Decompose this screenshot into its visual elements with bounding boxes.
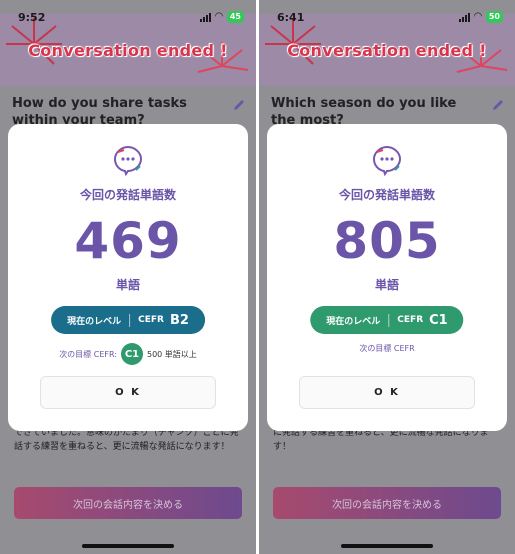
next-goal-label: 次の目標 CEFR — [359, 344, 415, 353]
level-label: 現在のレベル — [67, 316, 122, 327]
word-count-modal: 今回の発話単語数 805 単語 現在のレベル CEFR C1 次の目標 CEFR… — [267, 124, 507, 431]
phone-screen-left: 9:52 ◠ 45 Conversation ended ! How do yo… — [0, 0, 256, 554]
wifi-icon: ◠ — [215, 11, 223, 22]
status-bar: 6:41 ◠ 50 — [259, 0, 515, 34]
pill-divider — [129, 313, 131, 327]
phone-screen-right: 6:41 ◠ 50 Conversation ended ! Which sea… — [259, 0, 515, 554]
current-level-badge: 現在のレベル CEFR C1 — [310, 306, 464, 334]
current-level-badge: 現在のレベル CEFR B2 — [51, 306, 205, 334]
status-bar: 9:52 ◠ 45 — [0, 0, 256, 34]
next-goal-row: 次の目標 CEFR: C1 500 単語以上 — [8, 343, 248, 365]
level-label: 現在のレベル — [326, 316, 381, 327]
conversation-ended-title: Conversation ended ! — [28, 41, 228, 60]
status-time: 6:41 — [277, 10, 305, 24]
word-unit: 単語 — [374, 278, 399, 292]
home-indicator[interactable] — [82, 544, 174, 548]
app-logo-icon — [372, 145, 402, 176]
next-goal-words: 500 単語以上 — [146, 349, 197, 359]
next-goal-row: 次の目標 CEFR — [267, 343, 507, 354]
next-goal-level-badge: C1 — [120, 343, 143, 365]
battery-indicator: 50 — [485, 11, 503, 23]
pencil-icon[interactable] — [232, 98, 246, 112]
cefr-label: CEFR — [397, 315, 424, 325]
decide-next-conversation-button[interactable]: 次回の会話内容を決める — [273, 487, 501, 519]
home-indicator[interactable] — [341, 544, 433, 548]
pencil-icon[interactable] — [491, 98, 505, 112]
current-level-value: C1 — [429, 312, 448, 328]
battery-indicator: 45 — [226, 11, 244, 23]
app-logo-icon — [113, 145, 143, 176]
pill-divider — [388, 313, 390, 327]
ok-button[interactable]: O K — [299, 376, 475, 409]
ok-button[interactable]: O K — [40, 376, 216, 409]
modal-title: 今回の発話単語数 — [79, 188, 176, 202]
word-count: 805 — [333, 212, 441, 270]
word-count: 469 — [74, 212, 182, 270]
status-time: 9:52 — [18, 10, 46, 24]
decide-next-conversation-button[interactable]: 次回の会話内容を決める — [14, 487, 242, 519]
cefr-label: CEFR — [138, 315, 164, 325]
word-count-modal: 今回の発話単語数 469 単語 現在のレベル CEFR B2 次の目標 CEFR… — [8, 124, 248, 431]
current-level-value: B2 — [169, 312, 189, 328]
next-goal-label: 次の目標 CEFR: — [59, 349, 117, 359]
word-unit: 単語 — [115, 278, 140, 292]
signal-bars-icon — [200, 12, 212, 22]
conversation-ended-title: Conversation ended ! — [287, 41, 487, 60]
modal-title: 今回の発話単語数 — [338, 188, 435, 202]
wifi-icon: ◠ — [474, 11, 482, 22]
signal-bars-icon — [459, 12, 471, 22]
